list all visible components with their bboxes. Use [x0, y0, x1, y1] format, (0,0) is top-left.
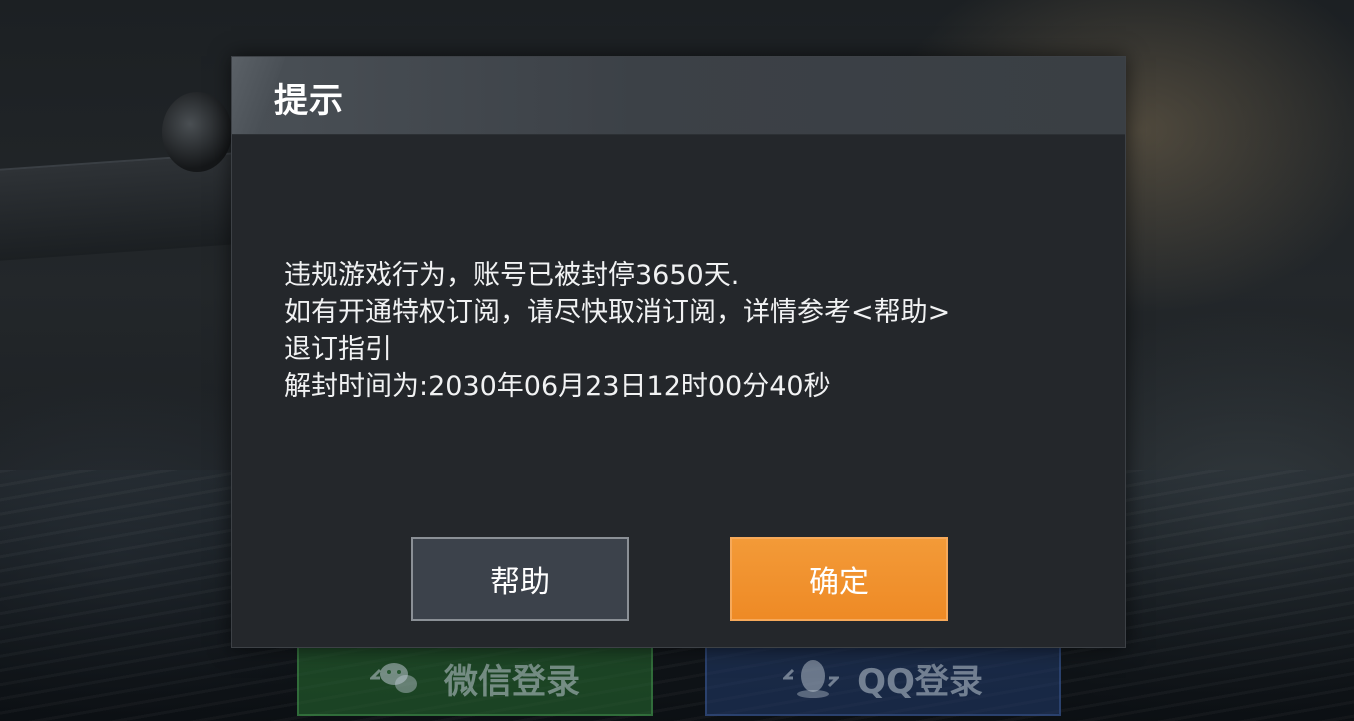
ban-reason-line: 违规游戏行为，账号已被封停3650天.	[284, 260, 740, 291]
subscription-notice-line: 如有开通特权订阅，请尽快取消订阅，详情参考<帮助>	[284, 297, 951, 328]
background-lamp	[162, 92, 232, 172]
wechat-icon	[370, 656, 426, 700]
unban-time-line: 解封时间为:2030年06月23日12时00分40秒	[284, 371, 831, 402]
confirm-button[interactable]: 确定	[730, 537, 948, 621]
unsubscribe-guide-line: 退订指引	[284, 334, 392, 365]
ban-notice-dialog: 提示 违规游戏行为，账号已被封停3650天. 如有开通特权订阅，请尽快取消订阅，…	[231, 56, 1126, 648]
qq-login-button[interactable]: QQ登录	[705, 640, 1061, 716]
wechat-login-label: 微信登录	[444, 661, 580, 702]
dialog-title: 提示	[274, 81, 344, 121]
dialog-header: 提示	[232, 57, 1125, 135]
qq-icon	[783, 656, 840, 700]
help-button[interactable]: 帮助	[411, 537, 629, 621]
qq-login-label: QQ登录	[857, 661, 983, 702]
dialog-message: 违规游戏行为，账号已被封停3650天. 如有开通特权订阅，请尽快取消订阅，详情参…	[284, 257, 1104, 405]
wechat-login-button[interactable]: 微信登录	[297, 640, 653, 716]
